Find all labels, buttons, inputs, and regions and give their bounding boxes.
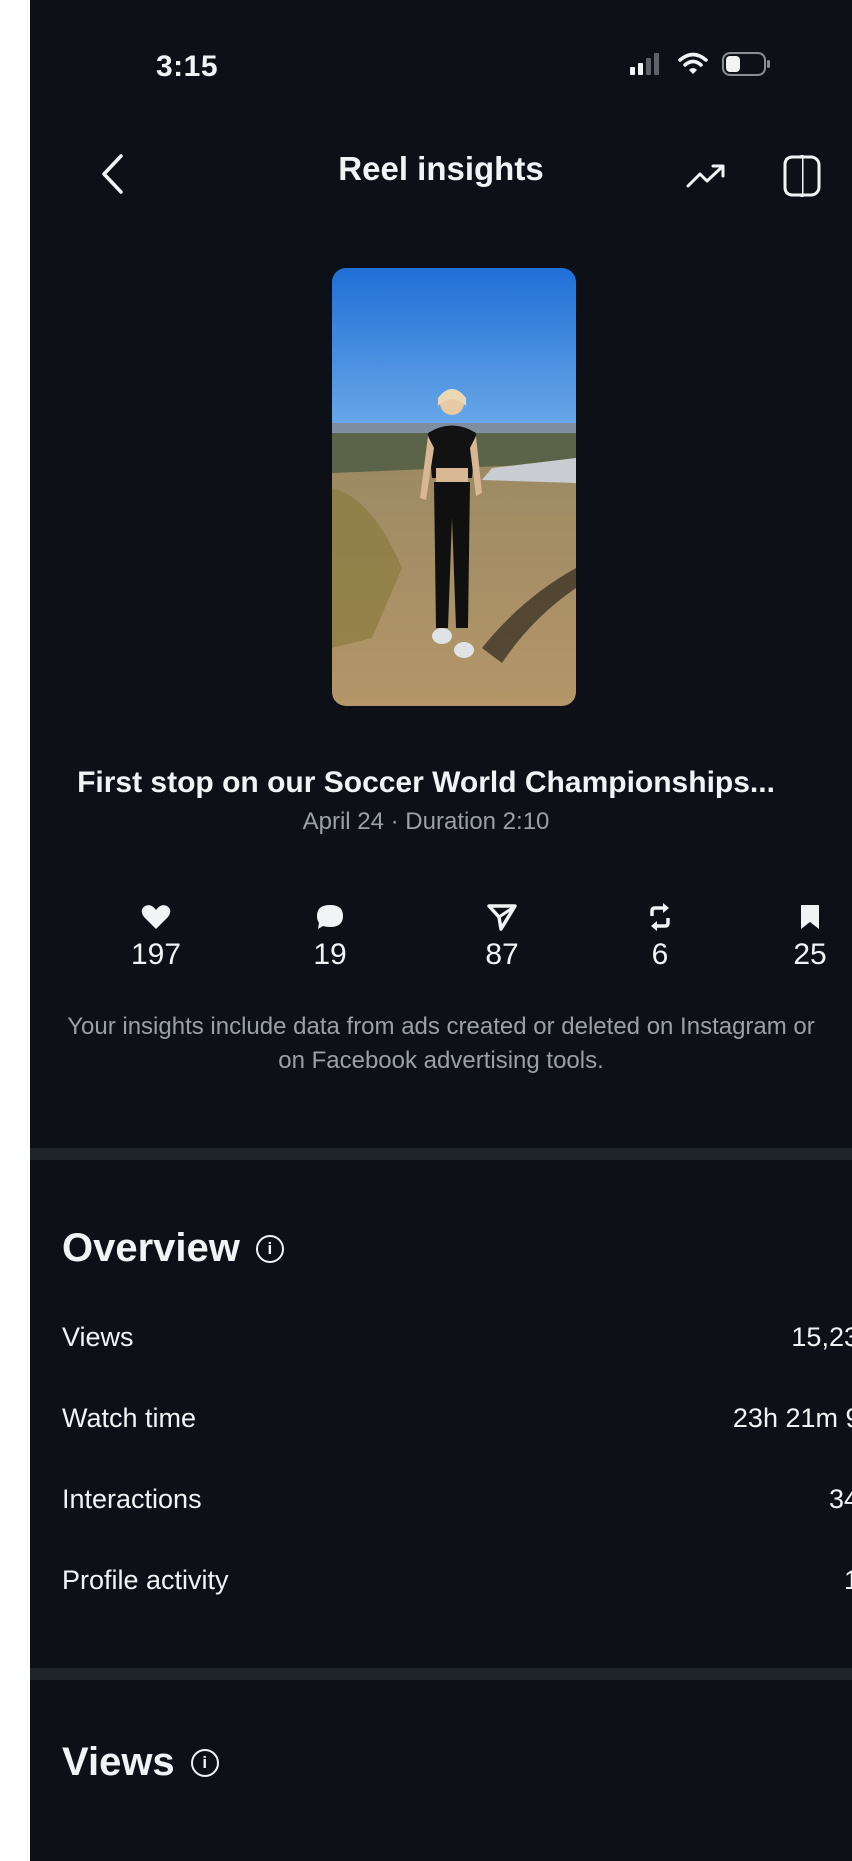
row-value: 15,231	[791, 1322, 852, 1352]
overview-heading: Overview i	[62, 1226, 284, 1271]
heart-icon	[141, 905, 171, 929]
app-screen: 3:15 Reel insights First stop on our Soc…	[30, 0, 852, 1861]
share-icon	[487, 904, 517, 931]
cellular-signal-icon	[630, 53, 659, 75]
overview-row-views[interactable]: Views 15,231	[62, 1322, 852, 1353]
info-icon[interactable]: i	[255, 1234, 284, 1263]
reposts-count: 6	[651, 938, 669, 971]
compare-icon	[783, 155, 821, 197]
reel-thumbnail-image	[332, 268, 576, 706]
info-icon[interactable]: i	[190, 1748, 219, 1777]
nav-bar: Reel insights	[30, 130, 852, 230]
trends-button[interactable]	[676, 148, 736, 204]
row-label: Views	[62, 1322, 134, 1352]
wifi-icon	[678, 52, 708, 74]
row-label: Profile activity	[62, 1565, 229, 1595]
trending-up-icon	[686, 164, 725, 188]
repost-icon	[650, 903, 670, 931]
section-divider	[30, 1148, 852, 1160]
status-icons	[630, 52, 772, 76]
shares-count: 87	[485, 938, 519, 971]
reposts-stat: 6	[600, 900, 720, 972]
compare-button[interactable]	[772, 146, 832, 206]
views-title: Views	[62, 1740, 175, 1784]
status-bar: 3:15	[30, 0, 852, 130]
section-divider	[30, 1668, 852, 1680]
saves-stat: 25	[760, 900, 852, 972]
reel-meta: April 24 · Duration 2:10	[302, 808, 550, 835]
views-heading: Views i	[62, 1740, 219, 1785]
row-value: 346	[828, 1484, 852, 1514]
overview-row-interactions[interactable]: Interactions 346	[62, 1484, 852, 1515]
overview-row-watch-time[interactable]: Watch time 23h 21m 9s	[62, 1403, 852, 1434]
status-time: 3:15	[156, 50, 219, 83]
row-label: Interactions	[62, 1484, 202, 1514]
row-label: Watch time	[62, 1403, 197, 1433]
comments-count: 19	[313, 938, 347, 971]
comments-stat: 19	[270, 900, 390, 972]
saves-count: 25	[793, 938, 827, 971]
shares-stat: 87	[442, 900, 562, 972]
reel-thumbnail[interactable]	[332, 268, 576, 706]
battery-icon	[722, 52, 770, 76]
overview-title: Overview	[62, 1226, 240, 1270]
row-value: 10	[843, 1565, 852, 1595]
bookmark-icon	[801, 905, 819, 929]
overview-row-profile-activity[interactable]: Profile activity 10	[62, 1565, 852, 1596]
comment-icon	[317, 905, 343, 929]
row-value: 23h 21m 9s	[732, 1403, 852, 1433]
reel-title: First stop on our Soccer World Champions…	[77, 766, 775, 799]
likes-count: 197	[130, 938, 182, 971]
likes-stat: 197	[96, 900, 216, 972]
ads-disclaimer: Your insights include data from ads crea…	[67, 1013, 815, 1074]
